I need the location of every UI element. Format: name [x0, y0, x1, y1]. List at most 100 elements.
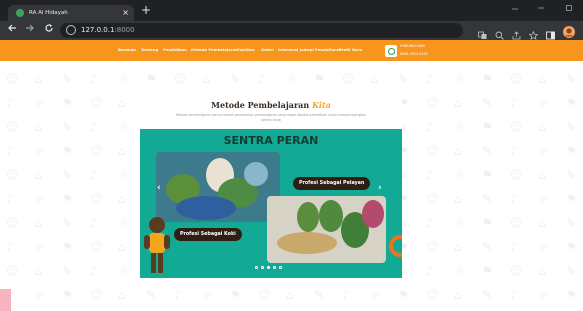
- pattern-icon: ⌂: [286, 288, 294, 302]
- bookmark-star-icon[interactable]: [528, 25, 539, 40]
- pattern-icon: ☺: [90, 240, 103, 254]
- pattern-icon: ✎: [62, 120, 73, 134]
- pagination-dot[interactable]: [255, 266, 258, 269]
- site-navigation: Beranda Tentang Pendidikan Metode Pembel…: [0, 40, 583, 61]
- profile-avatar-icon[interactable]: [563, 23, 575, 38]
- pattern-icon: ✎: [482, 240, 493, 254]
- nav-link-metode-pembelajaran[interactable]: Metode Pembelajaran: [191, 46, 238, 54]
- browser-toolbar: 127.0.0.1:8000: [0, 21, 583, 40]
- pattern-icon: ⚑: [62, 240, 73, 254]
- pattern-icon: ⚑: [398, 288, 409, 302]
- tab-close-button[interactable]: ×: [122, 6, 129, 19]
- pagination-dot[interactable]: [279, 266, 282, 269]
- pagination-dot[interactable]: [267, 266, 270, 269]
- pagination-dot[interactable]: [261, 266, 264, 269]
- slider-next-button[interactable]: ›: [378, 183, 382, 193]
- pattern-icon: ♪: [426, 168, 434, 182]
- nav-link-informasi-jadwal[interactable]: Informasi Jadwal Pendaftaran: [278, 46, 342, 54]
- pattern-icon: ☺: [90, 192, 103, 206]
- pattern-icon: ⌂: [454, 288, 462, 302]
- pattern-icon: ♪: [6, 240, 14, 254]
- nav-link-galeri[interactable]: Galeri: [261, 46, 274, 54]
- pattern-icon: ☺: [90, 96, 103, 110]
- pattern-icon: ♪: [510, 144, 518, 158]
- pattern-icon: ✎: [62, 216, 73, 230]
- slide-title: SENTRA PERAN: [223, 134, 319, 147]
- pattern-icon: ✎: [62, 72, 73, 86]
- pattern-icon: ☼: [538, 240, 549, 254]
- pattern-icon: ♪: [6, 96, 14, 110]
- pattern-icon: ☺: [6, 216, 19, 230]
- new-tab-button[interactable]: +: [141, 3, 151, 17]
- slider-pagination[interactable]: [255, 266, 287, 271]
- share-icon[interactable]: [512, 25, 521, 40]
- pattern-icon: ✎: [482, 192, 493, 206]
- pattern-icon: ✎: [482, 96, 493, 110]
- pattern-icon: ☺: [90, 144, 103, 158]
- pattern-icon: ♪: [90, 168, 98, 182]
- pattern-icon: ♪: [510, 240, 518, 254]
- back-arrow-icon[interactable]: [7, 23, 17, 37]
- pattern-icon: ☼: [118, 120, 129, 134]
- pattern-icon: ⌂: [34, 216, 42, 230]
- close-window-icon[interactable]: [565, 4, 573, 16]
- pattern-icon: ⚑: [566, 192, 577, 206]
- pattern-icon: ♪: [174, 288, 182, 302]
- pattern-icon: ⌂: [538, 72, 546, 86]
- pattern-icon: ⌂: [118, 240, 126, 254]
- pattern-icon: ☼: [34, 288, 45, 302]
- pattern-icon: ♪: [90, 72, 98, 86]
- classroom-photo-chef: [267, 196, 386, 263]
- whatsapp-icon: [385, 45, 397, 57]
- pattern-icon: ☼: [118, 72, 129, 86]
- mascot-illustration: [140, 215, 174, 278]
- nav-link-profil-guru[interactable]: Profil Guru: [339, 46, 362, 54]
- learning-method-slider[interactable]: Metode Pembelajaran Kita Metode pembelaj…: [140, 97, 402, 278]
- pattern-icon: ♪: [258, 72, 266, 86]
- pattern-icon: ☼: [34, 144, 45, 158]
- browser-tab[interactable]: RA Al Hidayah ×: [8, 5, 134, 21]
- reload-icon[interactable]: [44, 23, 54, 37]
- pattern-icon: ✎: [62, 168, 73, 182]
- nav-link-tentang[interactable]: Tentang: [141, 46, 158, 54]
- pagination-dot[interactable]: [273, 266, 276, 269]
- pattern-icon: ☺: [510, 168, 523, 182]
- nav-link-pendidikan[interactable]: Pendidikan: [163, 46, 187, 54]
- url-text[interactable]: 127.0.0.1:8000: [81, 23, 135, 38]
- pattern-icon: ⌂: [454, 192, 462, 206]
- pattern-icon: ✎: [146, 288, 157, 302]
- sidebar-icon[interactable]: [546, 25, 555, 40]
- pattern-icon: ☺: [258, 288, 271, 302]
- pattern-icon: ☺: [426, 144, 439, 158]
- pattern-icon: ☺: [426, 96, 439, 110]
- site-info-icon[interactable]: [66, 25, 76, 35]
- pattern-icon: ⚑: [62, 192, 73, 206]
- address-bar[interactable]: 127.0.0.1:8000: [60, 23, 463, 38]
- site-favicon-icon: [16, 9, 24, 17]
- slider-prev-button[interactable]: ‹: [157, 183, 161, 193]
- pattern-icon: ⌂: [34, 264, 42, 278]
- pattern-icon: ☼: [454, 216, 465, 230]
- pattern-icon: ⌂: [538, 120, 546, 134]
- pattern-icon: ☼: [34, 96, 45, 110]
- pattern-icon: ☺: [6, 120, 19, 134]
- zoom-icon[interactable]: [495, 25, 504, 40]
- pattern-icon: ⚑: [482, 264, 493, 278]
- pattern-icon: ⌂: [454, 240, 462, 254]
- pattern-icon: ☼: [118, 264, 129, 278]
- translate-icon[interactable]: [478, 25, 487, 39]
- minimize-icon[interactable]: [511, 4, 519, 16]
- pattern-icon: ⚑: [566, 288, 577, 302]
- pattern-icon: ☼: [34, 192, 45, 206]
- nav-link-fasilitas[interactable]: Fasilitas: [237, 46, 255, 54]
- pattern-icon: ⌂: [118, 288, 126, 302]
- forward-arrow-icon[interactable]: [25, 23, 35, 37]
- contact-whatsapp[interactable]: HUBUNGI KAMI 0896-7859-4158: [385, 43, 431, 60]
- pattern-icon: ☺: [90, 288, 103, 302]
- pattern-icon: ☺: [510, 120, 523, 134]
- pattern-icon: ☼: [202, 288, 213, 302]
- pattern-icon: ⚑: [566, 144, 577, 158]
- nav-link-beranda[interactable]: Beranda: [118, 46, 136, 54]
- maximize-icon[interactable]: [537, 4, 545, 16]
- pattern-icon: ☼: [370, 288, 381, 302]
